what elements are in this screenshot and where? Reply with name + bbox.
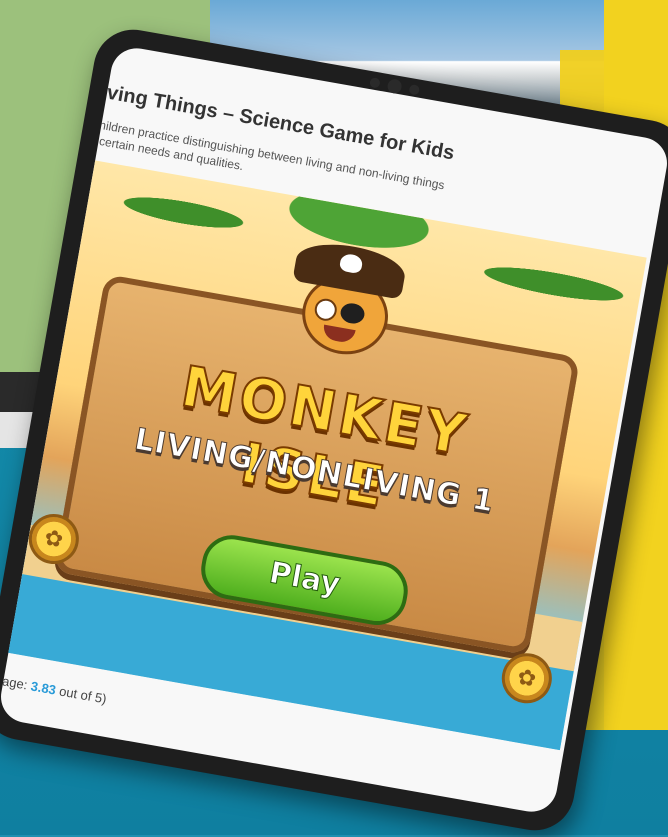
tablet-screen: n-living Things – Science Game for Kids … (0, 44, 668, 816)
pirate-monkey-icon (276, 236, 413, 365)
rating-suffix: out of 5) (54, 682, 108, 707)
rating-average: 3.83 (29, 678, 58, 698)
skull-icon (338, 252, 364, 275)
rating-prefix: s, average: (0, 667, 29, 693)
rating-summary: s, average: 3.83 out of 5) (0, 667, 108, 707)
tablet-device: n-living Things – Science Game for Kids … (0, 23, 668, 837)
game-frame[interactable]: MONKEY ISLE LIVING/NONLIVING 1 Play ✿ ✿ (0, 156, 647, 751)
